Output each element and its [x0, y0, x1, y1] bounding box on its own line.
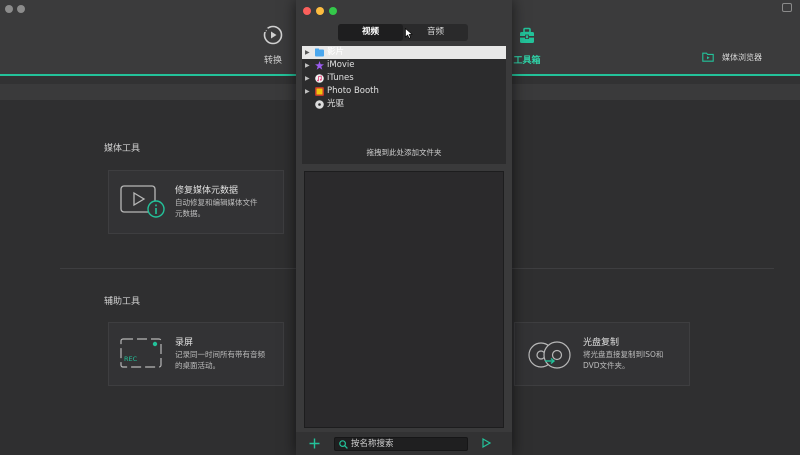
- fix-metadata-desc-1: 自动修复和编辑媒体文件: [175, 198, 258, 207]
- tree-item-movies[interactable]: ▶ 影片: [302, 46, 506, 59]
- disc-copy-title: 光盘复制: [583, 338, 620, 348]
- screen-record-card[interactable]: REC 录屏 记录同一时间所有带有音频 的桌面活动。: [108, 322, 284, 386]
- disc-copy-card[interactable]: 光盘复制 将光盘直接复制到ISO和 DVD文件夹。: [514, 322, 690, 386]
- search-field[interactable]: [334, 437, 468, 451]
- expand-arrow-icon[interactable]: ▶: [305, 72, 310, 85]
- screen-record-desc-2: 的桌面活动。: [175, 361, 220, 370]
- expand-arrow-icon[interactable]: ▶: [305, 46, 310, 59]
- fix-metadata-icon: [120, 185, 165, 218]
- search-icon: [339, 440, 348, 449]
- helper-tools-title: 辅助工具: [104, 297, 141, 307]
- panel-minimize-button[interactable]: [316, 7, 324, 15]
- expand-arrow-icon[interactable]: ▶: [305, 85, 310, 98]
- feedback-icon[interactable]: [782, 3, 792, 12]
- disc-copy-icon: [528, 341, 571, 369]
- mouse-cursor-icon: [405, 28, 413, 39]
- expand-arrow-icon[interactable]: ▶: [305, 59, 310, 72]
- screen-record-desc-1: 记录同一时间所有带有音频: [175, 350, 265, 359]
- add-folder-icon[interactable]: [309, 438, 320, 449]
- panel-close-button[interactable]: [303, 7, 311, 15]
- tree-item-imovie[interactable]: ▶ iMovie: [302, 59, 506, 72]
- media-tools-title: 媒体工具: [104, 144, 141, 154]
- disc-copy-desc-2: DVD文件夹。: [583, 361, 630, 370]
- movies-folder-icon: [315, 48, 324, 57]
- itunes-icon: [315, 74, 324, 83]
- screen-record-icon: [120, 338, 162, 368]
- media-type-segmented-control: 视频 音频: [338, 24, 468, 41]
- tab-media-browser-label: 媒体浏览器: [722, 53, 762, 62]
- tree-item-label: iMovie: [327, 60, 355, 70]
- panel-bottom-bar: [296, 432, 512, 455]
- fix-metadata-card[interactable]: 修复媒体元数据 自动修复和编辑媒体文件 元数据。: [108, 170, 284, 234]
- tab-convert[interactable]: 转换: [258, 24, 288, 66]
- media-preview-area[interactable]: [304, 171, 504, 428]
- disc-copy-desc-1: 将光盘直接复制到ISO和: [583, 350, 664, 359]
- rec-badge: REC: [124, 355, 138, 363]
- tree-item-label: 光驱: [327, 99, 345, 109]
- tree-item-photo-booth[interactable]: ▶ Photo Booth: [302, 85, 506, 98]
- main-close-button[interactable]: [5, 5, 13, 13]
- convert-icon: [263, 25, 283, 45]
- tab-toolbox-label: 工具箱: [513, 56, 541, 66]
- screen-record-title: 录屏: [175, 338, 194, 348]
- main-minimize-button[interactable]: [17, 5, 25, 13]
- search-input[interactable]: [351, 438, 465, 450]
- fix-metadata-desc-2: 元数据。: [175, 209, 205, 218]
- media-browser-panel: 视频 音频 ▶ 影片 ▶ iMovie ▶ iTunes ▶ Photo Boo…: [296, 0, 512, 455]
- tab-convert-label: 转换: [263, 56, 282, 66]
- tab-toolbox[interactable]: 工具箱: [512, 24, 542, 66]
- panel-zoom-button[interactable]: [329, 7, 337, 15]
- disc-drive-icon: [315, 100, 324, 109]
- tree-item-label: iTunes: [327, 73, 354, 83]
- tree-item-disc-drive[interactable]: 光驱: [302, 98, 506, 111]
- tree-item-label: Photo Booth: [327, 86, 379, 96]
- toolbox-icon: [520, 27, 534, 43]
- imovie-icon: [315, 61, 324, 70]
- fix-metadata-title: 修复媒体元数据: [175, 186, 239, 196]
- media-browser-folder-icon: [702, 52, 714, 62]
- play-icon[interactable]: [482, 438, 491, 448]
- tab-video[interactable]: 视频: [338, 24, 403, 41]
- photo-booth-icon: [315, 87, 324, 96]
- media-source-tree: ▶ 影片 ▶ iMovie ▶ iTunes ▶ Photo Booth 光驱 …: [302, 46, 506, 164]
- tree-item-itunes[interactable]: ▶ iTunes: [302, 72, 506, 85]
- tree-item-label: 影片: [327, 47, 345, 57]
- drop-folder-hint: 拖拽到此处添加文件夹: [366, 148, 442, 157]
